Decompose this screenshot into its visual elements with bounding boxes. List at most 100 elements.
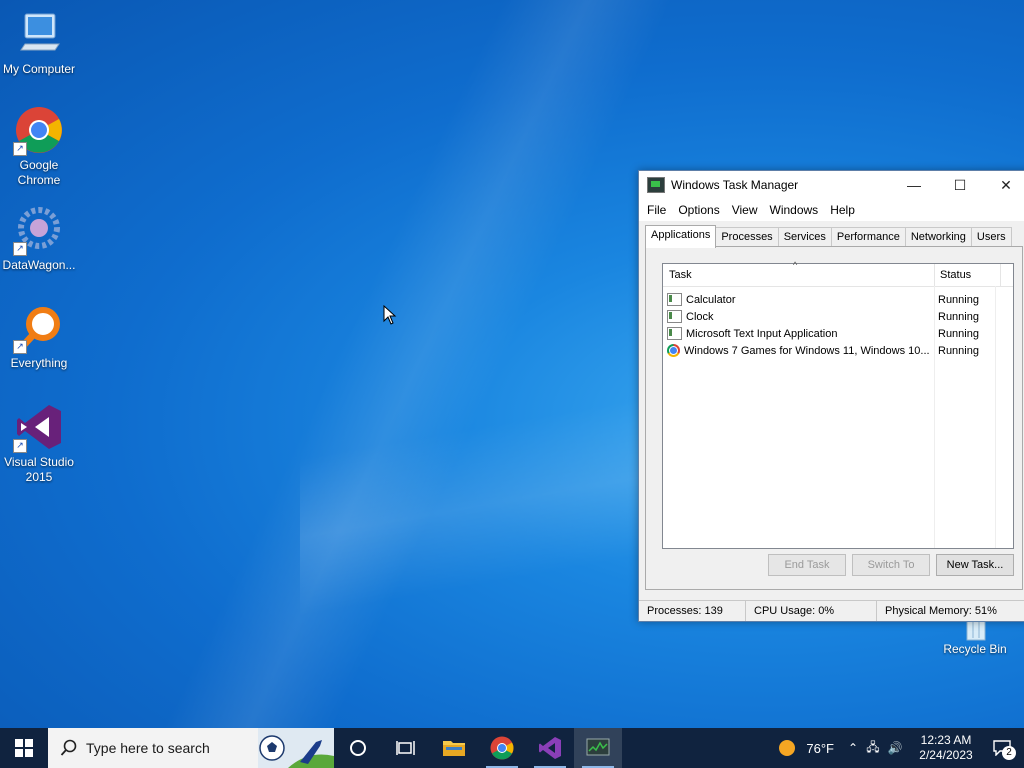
tab-networking[interactable]: Networking [904,227,972,248]
window-app-icon [667,293,682,306]
status-cpu-usage: CPU Usage: 0% [746,601,877,621]
desktop-icon-google-chrome[interactable]: ↗ Google Chrome [0,106,78,188]
clock-time: 12:23 AM [920,733,972,747]
menu-windows[interactable]: Windows [766,203,827,217]
window-app-icon [667,327,682,340]
column-divider [934,286,935,548]
search-icon [60,739,77,756]
status-physical-memory: Physical Memory: 51% [885,605,997,617]
chrome-icon: ↗ [13,106,63,156]
list-item[interactable]: Microsoft Text Input Application Running [663,325,1013,342]
tab-services[interactable]: Services [777,227,832,248]
desktop-icon-my-computer[interactable]: My Computer [0,10,78,77]
everything-search-icon: ↗ [13,304,63,354]
system-tray: 76°F ⌃ 🖧 🔊 12:23 AM 2/24/2023 2 [778,728,1024,768]
task-manager-icon [586,738,610,756]
window-app-icon [667,310,682,323]
list-header: ^ Task Status [663,260,1013,287]
column-divider [995,286,996,548]
title-bar[interactable]: Windows Task Manager — ☐ ✕ [639,171,1024,199]
task-name: Microsoft Text Input Application [686,327,838,340]
shortcut-arrow-icon: ↗ [13,242,27,256]
search-box[interactable]: Type here to search [48,728,334,768]
desktop-icon-datawagon[interactable]: ↗ DataWagon... [0,206,78,273]
notification-center-button[interactable]: 2 [980,728,1024,768]
task-view-icon [396,741,415,755]
new-task-button[interactable]: New Task... [936,554,1014,576]
minimize-button[interactable]: — [891,171,937,199]
chrome-icon [490,736,514,760]
windows-logo-icon [15,739,33,757]
taskbar-file-explorer[interactable] [430,728,478,768]
sort-ascending-icon: ^ [793,260,798,270]
search-highlight-sports-icon [258,728,334,768]
menu-view[interactable]: View [728,203,766,217]
start-button[interactable] [0,728,48,768]
menu-file[interactable]: File [643,203,674,217]
taskbar: Type here to search 76°F ⌃ 🖧 🔊 12:23 AM … [0,728,1024,768]
chrome-icon [667,344,680,357]
tab-strip: Applications Processes Services Performa… [645,225,1012,248]
task-manager-app-icon [647,177,665,193]
volume-icon[interactable]: 🔊 [884,741,906,755]
task-view-button[interactable] [382,728,430,768]
list-item[interactable]: Calculator Running [663,291,1013,308]
taskbar-chrome[interactable] [478,728,526,768]
taskbar-task-manager[interactable] [574,728,622,768]
desktop-icon-label: Everything [10,356,68,370]
end-task-button[interactable]: End Task [768,554,846,576]
task-status: Running [938,310,979,323]
tab-performance[interactable]: Performance [830,227,906,248]
tab-applications[interactable]: Applications [645,225,717,248]
desktop-icon-label: DataWagon... [2,258,76,272]
applications-panel: ^ Task Status Calculator Running Clock R… [645,246,1023,590]
taskbar-visual-studio[interactable] [526,728,574,768]
task-manager-window[interactable]: Windows Task Manager — ☐ ✕ File Options … [638,170,1024,622]
desktop-icon-label: Google Chrome [17,158,61,187]
shortcut-arrow-icon: ↗ [13,340,27,354]
maximize-button[interactable]: ☐ [937,171,983,199]
column-header-status[interactable]: Status [935,264,1001,286]
close-button[interactable]: ✕ [983,171,1024,199]
list-item[interactable]: Windows 7 Games for Windows 11, Windows … [663,342,1013,359]
task-status: Running [938,344,979,357]
task-name: Calculator [686,293,736,306]
weather-widget[interactable]: 76°F [778,739,834,757]
datawagon-icon: ↗ [13,206,63,256]
switch-to-button[interactable]: Switch To [852,554,930,576]
menu-options[interactable]: Options [674,203,727,217]
status-processes: Processes: 139 [639,601,746,621]
task-name: Clock [686,310,714,323]
computer-icon [15,10,63,58]
desktop-icon-everything[interactable]: ↗ Everything [0,304,78,371]
tab-users[interactable]: Users [970,227,1012,248]
show-hidden-icons-chevron-icon[interactable]: ⌃ [844,741,862,755]
list-item[interactable]: Clock Running [663,308,1013,325]
network-icon[interactable]: 🖧 [862,738,884,759]
visual-studio-icon: ↗ [13,403,63,453]
notification-count-badge: 2 [1002,746,1016,760]
desktop-icon-visual-studio[interactable]: ↗ Visual Studio 2015 [0,403,78,485]
cortana-button[interactable] [334,728,382,768]
search-placeholder: Type here to search [86,740,210,756]
window-title: Windows Task Manager [671,178,799,192]
task-name: Windows 7 Games for Windows 11, Windows … [684,344,930,357]
folder-icon [443,741,465,756]
weather-temperature: 76°F [806,740,834,756]
status-bar: Processes: 139 CPU Usage: 0% Physical Me… [639,600,1024,621]
desktop-icon-label: Recycle Bin [943,642,1007,656]
tab-processes[interactable]: Processes [715,227,779,248]
cortana-circle-icon [350,740,366,756]
desktop-icon-label: My Computer [2,62,76,76]
menu-bar: File Options View Windows Help [639,199,1024,221]
task-status: Running [938,327,979,340]
clock[interactable]: 12:23 AM 2/24/2023 [912,733,980,763]
menu-help[interactable]: Help [826,203,863,217]
visual-studio-icon [539,737,561,759]
shortcut-arrow-icon: ↗ [13,142,27,156]
sun-weather-icon [779,740,796,756]
task-status: Running [938,293,979,306]
mouse-cursor-icon [383,304,397,330]
applications-list[interactable]: ^ Task Status Calculator Running Clock R… [662,260,1014,549]
column-header-task[interactable]: Task [663,264,935,286]
